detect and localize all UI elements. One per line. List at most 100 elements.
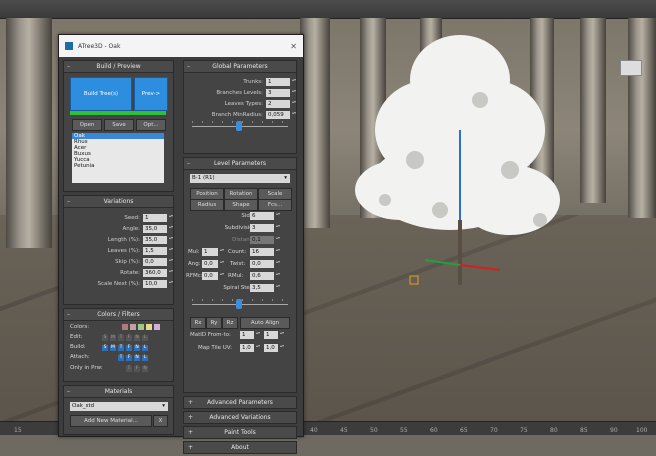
section-header[interactable]: – Build / Preview [64,61,173,73]
tab-fcs[interactable]: Fcs... [258,199,292,211]
ry-button[interactable]: Ry [206,317,222,329]
advanced-variations-rollout[interactable]: + Advanced Variations [183,411,297,424]
spiral-steps-spinner[interactable]: 3,5 [250,283,281,292]
build-trees-label: Build Tree(s) [83,91,119,97]
panel-titlebar[interactable]: ATree3D - Oak ✕ [59,35,303,57]
about-rollout[interactable]: + About [183,441,297,454]
filter-checkbox[interactable]: L [142,335,148,341]
matid-from-spinner[interactable]: 1 [240,330,261,339]
remove-material-button[interactable]: X [153,415,168,427]
section-header[interactable]: – Level Parameters [184,158,296,170]
ruler-label: 55 [400,427,408,434]
tab-radius[interactable]: Radius [190,199,224,211]
rotate-spinner[interactable]: 360,0 [143,268,174,277]
filter-checkbox[interactable]: F [134,366,140,372]
branch-minradius-spinner[interactable]: 0,059 [266,110,297,119]
material-selected: Oak_std [72,403,95,409]
leaves-types-row: Leaves Types: 2 [184,98,297,109]
seed-spinner[interactable]: 1 [143,213,174,222]
subdivision-spinner[interactable]: 3 [250,223,281,232]
section-header[interactable]: – Colors / Filters [64,309,173,321]
filter-checkbox[interactable]: T [118,335,124,341]
swatch[interactable] [138,324,144,330]
filter-checkbox[interactable]: T [118,345,124,351]
filter-checkbox[interactable]: T [118,355,124,361]
section-header[interactable]: – Variations [64,196,173,208]
skip-row: Skip (%): 0,0 [64,256,174,267]
filter-checkbox[interactable]: T [126,366,132,372]
mul-label: Mul: [188,249,200,255]
swatch[interactable] [154,324,160,330]
count-spinner[interactable]: 16 [250,247,281,256]
tab-shape[interactable]: Shape [224,199,258,211]
scale-next-spinner[interactable]: 10,0 [143,279,174,288]
filter-checkbox[interactable]: F [126,345,132,351]
preview-label: Prev-> [141,91,161,97]
level-dropdown[interactable]: B-1 (R1) ▾ [190,174,290,183]
mul-spinner[interactable]: 1 [202,247,225,256]
filter-checkbox[interactable]: F [126,335,132,341]
rfmc-spinner[interactable]: 0,0 [202,271,225,280]
advanced-parameters-rollout[interactable]: + Advanced Parameters [183,396,297,409]
rx-button[interactable]: Rx [190,317,206,329]
twist-spinner[interactable]: 0,0 [250,259,281,268]
filter-checkbox[interactable]: N [134,345,140,351]
length-spinner[interactable]: 35,0 [143,235,174,244]
angle-spinner[interactable]: 35,0 [143,224,174,233]
filter-checkbox[interactable]: N [134,355,140,361]
slider-thumb[interactable] [236,121,242,131]
sides-spinner[interactable]: 6 [250,211,281,220]
branches-levels-spinner[interactable]: 3 [266,88,297,97]
filter-checkbox[interactable]: M [110,345,116,351]
tree-preview[interactable] [340,20,580,290]
matid-to-spinner[interactable]: 1 [264,330,285,339]
map-tile-v-spinner[interactable]: 1,0 [264,343,285,352]
map-tile-u-spinner[interactable]: 1,0 [240,343,261,352]
trunks-spinner[interactable]: 1 [266,77,297,86]
swatch[interactable] [146,324,152,330]
filter-checkbox[interactable]: F [126,355,132,361]
ang-spinner[interactable]: 0,0 [202,259,225,268]
build-trees-button[interactable]: Build Tree(s) [70,77,132,111]
material-dropdown[interactable]: Oak_std ▾ [70,402,168,411]
filter-checkbox[interactable]: L [142,355,148,361]
filter-checkbox[interactable]: S [102,345,108,351]
save-button[interactable]: Save [104,119,134,131]
section-header[interactable]: – Global Parameters [184,61,296,73]
filter-checkbox[interactable]: N [142,366,148,372]
list-item[interactable]: Petunia [72,163,164,169]
viewcube-icon[interactable] [620,60,642,76]
skip-spinner[interactable]: 0,0 [143,257,174,266]
ruler-label: 45 [340,427,348,434]
filter-checkbox[interactable]: N [134,335,140,341]
preset-list[interactable]: Oak Rhus Acer Buxus Yucca Petunia [72,133,164,183]
section-title: Materials [104,388,133,395]
slider-thumb[interactable] [236,299,242,309]
section-header[interactable]: – Materials [64,386,173,398]
rz-button[interactable]: Rz [222,317,238,329]
close-icon[interactable]: ✕ [290,42,297,51]
attach-filters: TFNL [118,354,150,361]
swatch[interactable] [130,324,136,330]
swatch[interactable] [122,324,128,330]
filter-checkbox[interactable]: S [102,335,108,341]
add-material-button[interactable]: Add New Material... [70,415,152,427]
auto-align-button[interactable]: Auto Align [240,317,290,329]
section-title: Level Parameters [213,160,267,167]
preview-button[interactable]: Prev-> [134,77,168,111]
matid-label: MatID From-to: [190,332,231,338]
options-button[interactable]: Opt... [136,119,166,131]
leaves-types-spinner[interactable]: 2 [266,99,297,108]
rollout-title: About [231,444,249,451]
skip-label: Skip (%): [115,258,140,265]
paint-tools-rollout[interactable]: + Paint Tools [183,426,297,439]
rmul-spinner[interactable]: 0,6 [250,271,281,280]
filter-checkbox[interactable]: L [142,345,148,351]
open-button[interactable]: Open [72,119,102,131]
section-title: Colors / Filters [97,311,140,318]
distance-spinner[interactable]: 0,1 [250,235,281,244]
level-slider[interactable] [192,298,288,310]
leaves-spinner[interactable]: 1,5 [143,246,174,255]
global-slider[interactable] [192,120,288,132]
filter-checkbox[interactable]: M [110,335,116,341]
